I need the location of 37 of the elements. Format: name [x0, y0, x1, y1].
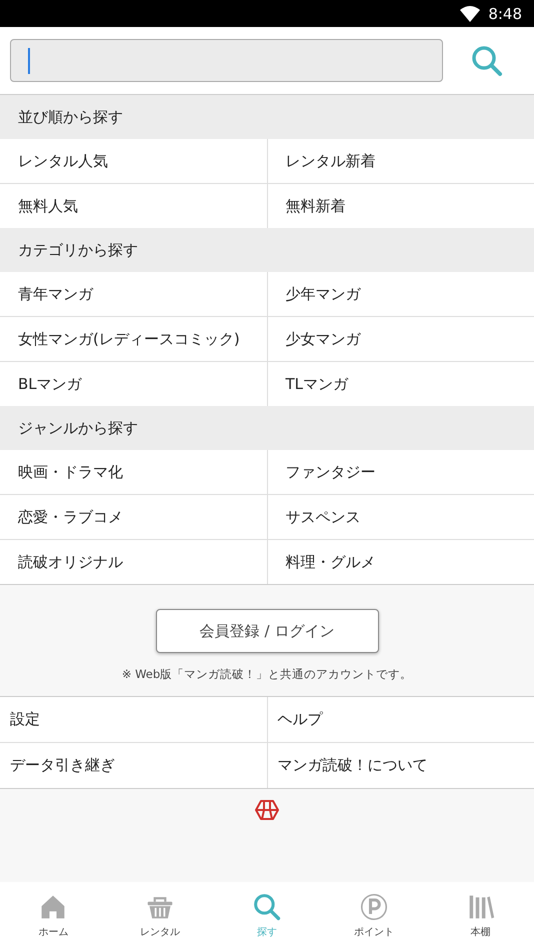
list-item[interactable]: ファンタジー: [268, 450, 534, 494]
section-heading: 並び順から探す: [18, 108, 123, 126]
section-heading: カテゴリから探す: [18, 240, 138, 260]
list-item[interactable]: TLマンガ: [268, 362, 534, 406]
list-item[interactable]: 恋愛・ラブコメ: [0, 495, 266, 539]
list-item[interactable]: 少女マンガ: [268, 317, 534, 361]
list-item[interactable]: BLマンガ: [0, 362, 266, 406]
list-item[interactable]: レンタル新着: [268, 139, 534, 183]
nav-tab[interactable]: ポイント: [320, 882, 428, 949]
list-item[interactable]: 読破オリジナル: [0, 540, 266, 584]
account-note: ※ Web版「マンガ読破！」と共通のアカウントです。: [122, 667, 412, 682]
nav-tab[interactable]: 本棚: [427, 882, 534, 949]
list-item[interactable]: サスペンス: [268, 495, 534, 539]
menu-item[interactable]: マンガ読破！について: [268, 743, 534, 788]
search-icon[interactable]: [471, 44, 503, 76]
menu-item[interactable]: 設定: [0, 697, 266, 742]
list-item[interactable]: 無料人気: [0, 184, 266, 228]
list-item[interactable]: 映画・ドラマ化: [0, 450, 266, 494]
login-button[interactable]: 会員登録 / ログイン: [156, 609, 378, 653]
bookshelf-icon: [466, 892, 495, 920]
search-field[interactable]: [10, 39, 443, 82]
clock: 8:48: [488, 4, 522, 22]
list-item[interactable]: レンタル人気: [0, 139, 266, 183]
search-icon: [252, 892, 281, 920]
nav-tab[interactable]: レンタル: [106, 882, 214, 949]
wifi-icon: [460, 6, 480, 22]
logo-icon: [255, 799, 279, 821]
list-item[interactable]: 女性マンガ(レディースコミック): [0, 317, 266, 361]
menu-item[interactable]: データ引き継ぎ: [0, 743, 266, 788]
list-item[interactable]: 少年マンガ: [268, 272, 534, 316]
list-item[interactable]: 無料新着: [268, 184, 534, 228]
menu-item[interactable]: ヘルプ: [268, 697, 534, 742]
list-item[interactable]: 青年マンガ: [0, 272, 266, 316]
list-item[interactable]: 料理・グルメ: [268, 540, 534, 584]
point-icon: [360, 892, 388, 920]
nav-tab[interactable]: ホーム: [0, 882, 107, 949]
section-heading: ジャンルから探す: [18, 418, 138, 438]
